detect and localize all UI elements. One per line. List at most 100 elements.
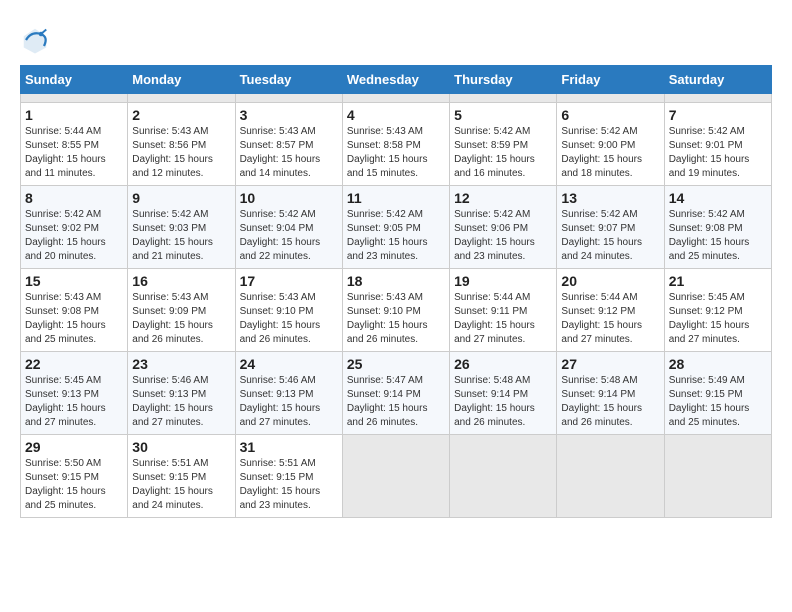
- day-detail: Sunrise: 5:43 AMSunset: 9:10 PMDaylight:…: [240, 291, 338, 347]
- calendar-cell: [664, 94, 771, 103]
- day-number: 9: [132, 190, 230, 206]
- calendar-cell: [235, 94, 342, 103]
- day-detail: Sunrise: 5:42 AMSunset: 9:00 PMDaylight:…: [561, 125, 659, 181]
- day-number: 30: [132, 439, 230, 455]
- calendar-cell: 21 Sunrise: 5:45 AMSunset: 9:12 PMDayligh…: [664, 269, 771, 352]
- calendar-cell: 30 Sunrise: 5:51 AMSunset: 9:15 PMDayligh…: [128, 435, 235, 518]
- day-detail: Sunrise: 5:42 AMSunset: 9:06 PMDaylight:…: [454, 208, 552, 264]
- day-number: 8: [25, 190, 123, 206]
- day-detail: Sunrise: 5:44 AMSunset: 9:11 PMDaylight:…: [454, 291, 552, 347]
- calendar-cell: 9 Sunrise: 5:42 AMSunset: 9:03 PMDaylight…: [128, 186, 235, 269]
- calendar-cell: 6 Sunrise: 5:42 AMSunset: 9:00 PMDaylight…: [557, 103, 664, 186]
- day-number: 19: [454, 273, 552, 289]
- calendar-cell: [557, 94, 664, 103]
- column-header-monday: Monday: [128, 66, 235, 94]
- day-number: 4: [347, 107, 445, 123]
- day-detail: Sunrise: 5:43 AMSunset: 8:57 PMDaylight:…: [240, 125, 338, 181]
- day-detail: Sunrise: 5:42 AMSunset: 9:02 PMDaylight:…: [25, 208, 123, 264]
- column-header-friday: Friday: [557, 66, 664, 94]
- calendar-cell: 18Sunrise: 5:43 AMSunset: 9:10 PMDayligh…: [342, 269, 449, 352]
- day-number: 28: [669, 356, 767, 372]
- day-detail: Sunrise: 5:47 AMSunset: 9:14 PMDaylight:…: [347, 374, 445, 430]
- column-header-tuesday: Tuesday: [235, 66, 342, 94]
- calendar-cell: [21, 94, 128, 103]
- calendar-cell: [128, 94, 235, 103]
- day-detail: Sunrise: 5:44 AMSunset: 9:12 PMDaylight:…: [561, 291, 659, 347]
- calendar-week-row: 15 Sunrise: 5:43 AMSunset: 9:08 PMDayligh…: [21, 269, 772, 352]
- calendar-cell: 3 Sunrise: 5:43 AMSunset: 8:57 PMDaylight…: [235, 103, 342, 186]
- day-number: 21: [669, 273, 767, 289]
- day-detail: Sunrise: 5:43 AMSunset: 9:10 PMDaylight:…: [347, 291, 445, 347]
- calendar-cell: 17 Sunrise: 5:43 AMSunset: 9:10 PMDayligh…: [235, 269, 342, 352]
- calendar-cell: 26 Sunrise: 5:48 AMSunset: 9:14 PMDayligh…: [450, 352, 557, 435]
- calendar-cell: 31 Sunrise: 5:51 AMSunset: 9:15 PMDayligh…: [235, 435, 342, 518]
- day-number: 22: [25, 356, 123, 372]
- calendar-cell: 27Sunrise: 5:48 AMSunset: 9:14 PMDayligh…: [557, 352, 664, 435]
- day-detail: Sunrise: 5:43 AMSunset: 8:56 PMDaylight:…: [132, 125, 230, 181]
- calendar-cell: 10 Sunrise: 5:42 AMSunset: 9:04 PMDayligh…: [235, 186, 342, 269]
- day-detail: Sunrise: 5:51 AMSunset: 9:15 PMDaylight:…: [240, 457, 338, 513]
- calendar-week-row: 22Sunrise: 5:45 AMSunset: 9:13 PMDayligh…: [21, 352, 772, 435]
- calendar-cell: 25 Sunrise: 5:47 AMSunset: 9:14 PMDayligh…: [342, 352, 449, 435]
- day-detail: Sunrise: 5:42 AMSunset: 8:59 PMDaylight:…: [454, 125, 552, 181]
- day-detail: Sunrise: 5:48 AMSunset: 9:14 PMDaylight:…: [454, 374, 552, 430]
- calendar-header-row: SundayMondayTuesdayWednesdayThursdayFrid…: [21, 66, 772, 94]
- day-detail: Sunrise: 5:48 AMSunset: 9:14 PMDaylight:…: [561, 374, 659, 430]
- day-number: 3: [240, 107, 338, 123]
- day-number: 25: [347, 356, 445, 372]
- logo: [20, 25, 54, 55]
- calendar-cell: [450, 435, 557, 518]
- day-number: 17: [240, 273, 338, 289]
- day-detail: Sunrise: 5:43 AMSunset: 9:09 PMDaylight:…: [132, 291, 230, 347]
- calendar-cell: 28Sunrise: 5:49 AMSunset: 9:15 PMDayligh…: [664, 352, 771, 435]
- day-number: 14: [669, 190, 767, 206]
- day-detail: Sunrise: 5:43 AMSunset: 8:58 PMDaylight:…: [347, 125, 445, 181]
- calendar-cell: 14 Sunrise: 5:42 AMSunset: 9:08 PMDayligh…: [664, 186, 771, 269]
- calendar-cell: [664, 435, 771, 518]
- day-detail: Sunrise: 5:46 AMSunset: 9:13 PMDaylight:…: [132, 374, 230, 430]
- calendar-cell: 24 Sunrise: 5:46 AMSunset: 9:13 PMDayligh…: [235, 352, 342, 435]
- day-detail: Sunrise: 5:46 AMSunset: 9:13 PMDaylight:…: [240, 374, 338, 430]
- calendar-cell: [342, 435, 449, 518]
- calendar-week-row: 1Sunrise: 5:44 AMSunset: 8:55 PMDaylight…: [21, 103, 772, 186]
- column-header-wednesday: Wednesday: [342, 66, 449, 94]
- calendar-cell: 7Sunrise: 5:42 AMSunset: 9:01 PMDaylight…: [664, 103, 771, 186]
- calendar-cell: 13Sunrise: 5:42 AMSunset: 9:07 PMDayligh…: [557, 186, 664, 269]
- day-detail: Sunrise: 5:42 AMSunset: 9:08 PMDaylight:…: [669, 208, 767, 264]
- day-detail: Sunrise: 5:45 AMSunset: 9:12 PMDaylight:…: [669, 291, 767, 347]
- day-number: 12: [454, 190, 552, 206]
- calendar-week-row: [21, 94, 772, 103]
- day-number: 23: [132, 356, 230, 372]
- day-detail: Sunrise: 5:44 AMSunset: 8:55 PMDaylight:…: [25, 125, 123, 181]
- day-number: 6: [561, 107, 659, 123]
- day-detail: Sunrise: 5:50 AMSunset: 9:15 PMDaylight:…: [25, 457, 123, 513]
- day-number: 24: [240, 356, 338, 372]
- day-number: 31: [240, 439, 338, 455]
- calendar-cell: [557, 435, 664, 518]
- day-number: 16: [132, 273, 230, 289]
- calendar-cell: 20Sunrise: 5:44 AMSunset: 9:12 PMDayligh…: [557, 269, 664, 352]
- calendar-cell: 12 Sunrise: 5:42 AMSunset: 9:06 PMDayligh…: [450, 186, 557, 269]
- day-detail: Sunrise: 5:42 AMSunset: 9:07 PMDaylight:…: [561, 208, 659, 264]
- day-number: 26: [454, 356, 552, 372]
- day-number: 5: [454, 107, 552, 123]
- calendar-week-row: 8 Sunrise: 5:42 AMSunset: 9:02 PMDaylight…: [21, 186, 772, 269]
- calendar-cell: [342, 94, 449, 103]
- day-number: 15: [25, 273, 123, 289]
- day-number: 11: [347, 190, 445, 206]
- calendar-cell: 4 Sunrise: 5:43 AMSunset: 8:58 PMDaylight…: [342, 103, 449, 186]
- calendar-cell: 22Sunrise: 5:45 AMSunset: 9:13 PMDayligh…: [21, 352, 128, 435]
- column-header-saturday: Saturday: [664, 66, 771, 94]
- day-detail: Sunrise: 5:42 AMSunset: 9:04 PMDaylight:…: [240, 208, 338, 264]
- calendar-cell: 23 Sunrise: 5:46 AMSunset: 9:13 PMDayligh…: [128, 352, 235, 435]
- column-header-sunday: Sunday: [21, 66, 128, 94]
- calendar-cell: 29 Sunrise: 5:50 AMSunset: 9:15 PMDayligh…: [21, 435, 128, 518]
- day-detail: Sunrise: 5:51 AMSunset: 9:15 PMDaylight:…: [132, 457, 230, 513]
- day-number: 29: [25, 439, 123, 455]
- day-detail: Sunrise: 5:43 AMSunset: 9:08 PMDaylight:…: [25, 291, 123, 347]
- calendar-cell: 5 Sunrise: 5:42 AMSunset: 8:59 PMDaylight…: [450, 103, 557, 186]
- calendar-cell: [450, 94, 557, 103]
- calendar-cell: 15 Sunrise: 5:43 AMSunset: 9:08 PMDayligh…: [21, 269, 128, 352]
- day-number: 10: [240, 190, 338, 206]
- day-detail: Sunrise: 5:42 AMSunset: 9:03 PMDaylight:…: [132, 208, 230, 264]
